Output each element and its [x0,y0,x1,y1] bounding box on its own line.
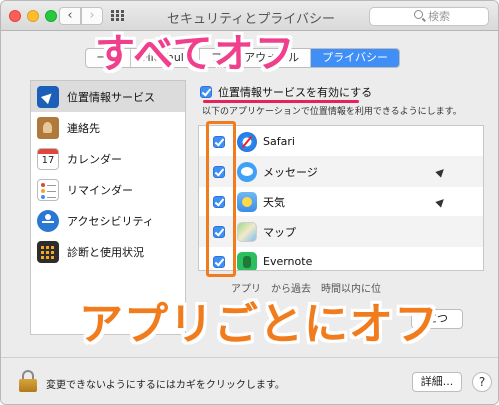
sidebar-item-reminders[interactable]: リマインダー [31,174,185,205]
weather-icon [237,191,257,212]
enable-location-services-label: 位置情報サービスを有効にする [218,86,373,99]
search-icon [414,10,423,19]
sidebar-item-label: 連絡先 [67,121,100,135]
back-button[interactable]: ‹ [59,7,81,25]
sidebar-item-calendar[interactable]: 17 カレンダー [31,143,185,174]
zoom-window-button[interactable] [45,10,57,22]
bottom-bar: 変更できないようにするにはカギをクリックします。 詳細... ? [1,357,498,404]
accessibility-icon [37,209,59,232]
location-description: 以下のアプリケーションで位置情報を利用できるようにします。 [202,107,462,117]
sidebar-item-label: アクセシビリティ [67,214,154,228]
safari-icon [237,131,257,152]
app-name: メッセージ [263,165,318,179]
preferences-window: ‹ › セキュリティとプライバシー 検索 一般 FileVault ファイアウォ… [0,0,499,405]
annotation-underline [203,100,359,103]
messages-icon [237,161,257,182]
sidebar-item-diagnostics[interactable]: 診断と使用状況 [31,236,185,267]
app-row-maps: マップ [199,216,483,247]
app-location-list: Safari メッセージ 天気 マップ Evernote [198,125,484,271]
enable-location-services-checkbox[interactable] [200,86,212,98]
advanced-button[interactable]: 詳細... [412,372,462,392]
close-window-button[interactable] [9,10,21,22]
contacts-icon [37,116,59,139]
sidebar-item-label: リマインダー [67,183,133,197]
location-arrow-icon [435,195,447,208]
app-row-weather: 天気 [199,186,483,217]
sidebar-item-label: 位置情報サービス [67,90,155,104]
app-row-evernote: Evernote [199,246,483,270]
diagnostics-icon [37,240,59,263]
app-name: マップ [263,225,296,239]
help-button[interactable]: ? [472,372,492,392]
calendar-day: 17 [41,154,55,166]
lock-message: 変更できないようにするにはカギをクリックします。 [46,380,285,391]
tab-privacy[interactable]: プライバシー [311,49,399,67]
location-icon [37,85,59,108]
sidebar-item-contacts[interactable]: 連絡先 [31,112,185,143]
minimize-window-button[interactable] [27,10,39,22]
chevron-right-icon: › [89,8,95,23]
app-row-safari: Safari [199,126,483,157]
reminders-icon [37,178,59,201]
search-placeholder: 検索 [428,10,450,23]
annotation-per-app-off: アプリごとにオフ [79,299,439,350]
lock-icon[interactable] [19,370,37,392]
app-row-messages: メッセージ [199,156,483,187]
sidebar-item-location-services[interactable]: 位置情報サービス [31,81,185,112]
location-arrow-icon [435,165,447,178]
sidebar-item-label: 診断と使用状況 [67,245,144,259]
app-name: Safari [263,135,295,148]
sidebar-item-accessibility[interactable]: アクセシビリティ [31,205,185,236]
annotation-highlight-box [206,121,236,277]
maps-icon [237,221,257,242]
sidebar-item-label: カレンダー [67,152,122,166]
search-field[interactable]: 検索 [369,7,489,26]
app-name: Evernote [263,255,313,268]
app-name: 天気 [263,195,285,209]
evernote-icon [237,251,257,270]
annotation-all-off: すべてオフ [95,31,296,77]
calendar-icon: 17 [37,147,59,170]
chevron-left-icon: ‹ [67,8,73,23]
enable-location-services-row[interactable]: 位置情報サービスを有効にする [200,84,372,100]
